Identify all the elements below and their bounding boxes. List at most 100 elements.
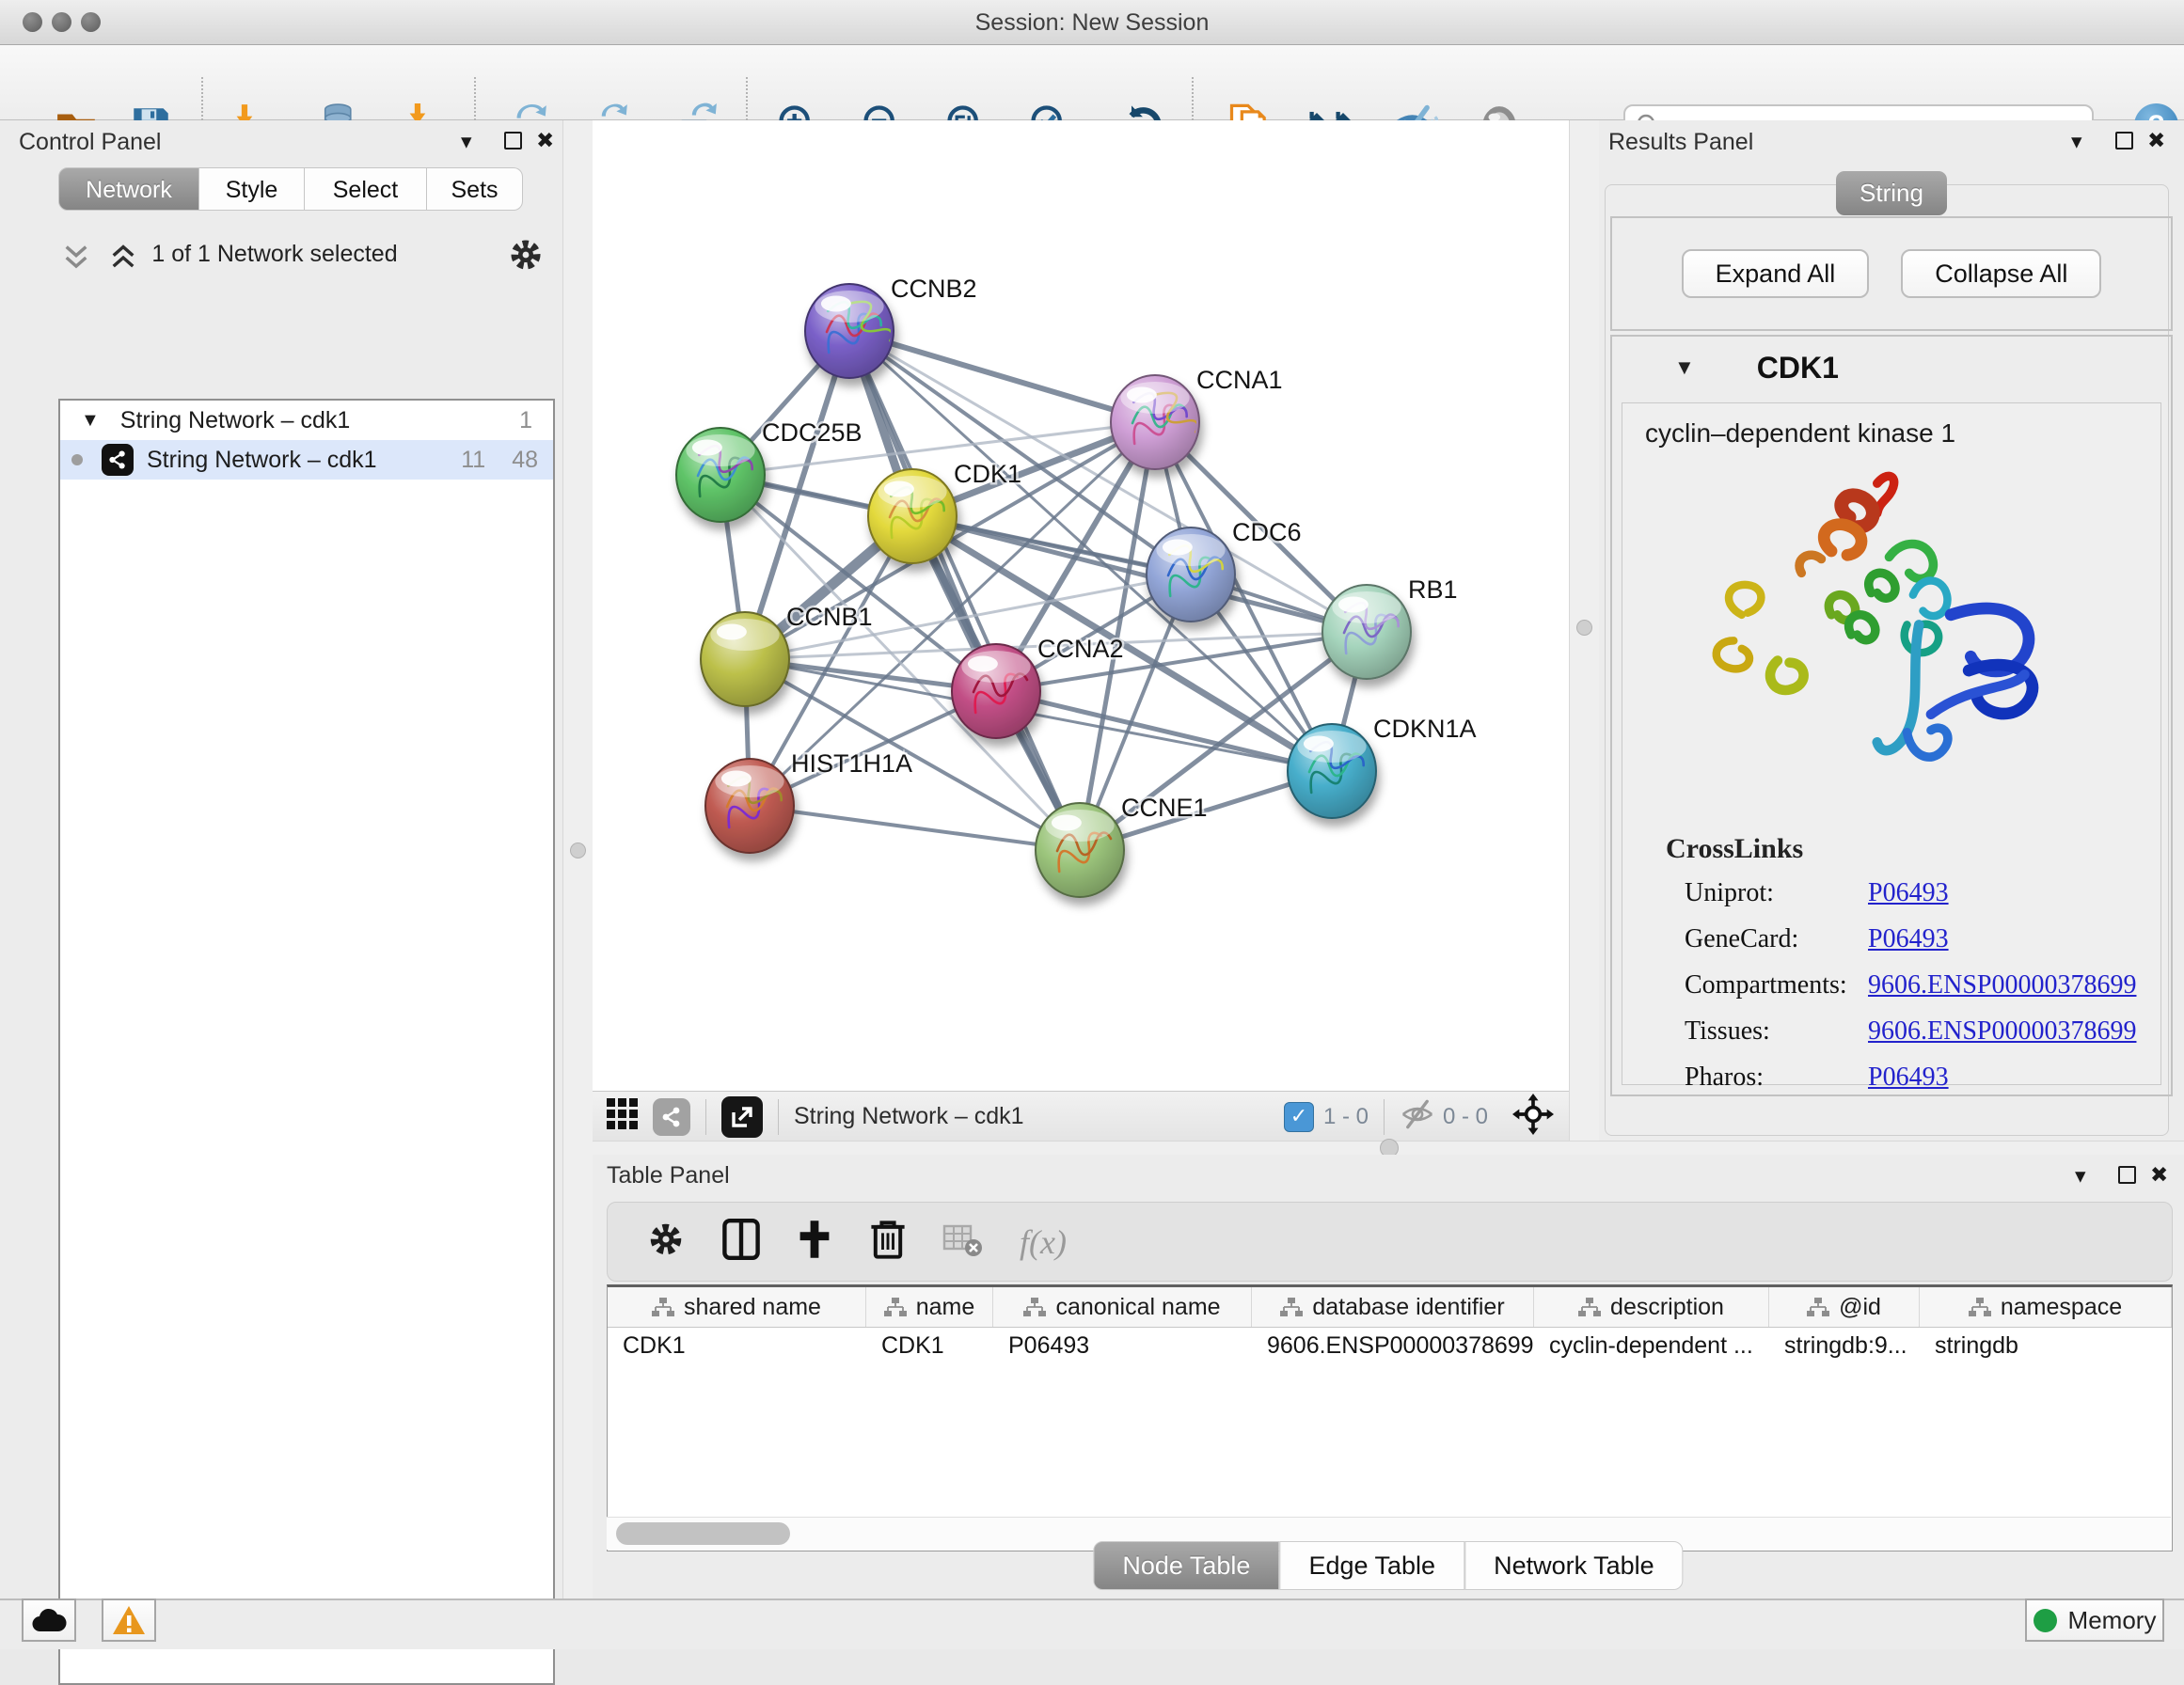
delete-column-icon[interactable] [869, 1219, 907, 1265]
float-panel-icon[interactable]: ▾ [2071, 132, 2082, 153]
right-splitter-handle[interactable] [1576, 620, 1592, 636]
status-bar: Memory [0, 1598, 2184, 1649]
crosslink-value[interactable]: P06493 [1868, 924, 1949, 954]
tab-select[interactable]: Select [305, 167, 427, 211]
table-row[interactable]: CDK1CDK1P064939606.ENSP00000378699cyclin… [608, 1328, 2172, 1365]
tab-sets[interactable]: Sets [427, 167, 523, 211]
table-hscrollbar-thumb[interactable] [616, 1522, 790, 1545]
network-row-selected[interactable]: String Network – cdk1 11 48 [60, 440, 553, 480]
column-header-shared-name[interactable]: shared name [608, 1287, 866, 1327]
function-builder-icon: f(x) [1020, 1222, 1067, 1262]
crosslink-value[interactable]: P06493 [1868, 1063, 1949, 1093]
network-type-icon[interactable] [653, 1098, 690, 1136]
network-edge-ccnb2-ccna1[interactable] [849, 331, 1155, 422]
results-panel-title: Results Panel [1608, 129, 1753, 156]
table-toolbar: f(x) [607, 1202, 2173, 1282]
node-table: shared name name canonical name database id… [607, 1284, 2173, 1551]
maximize-panel-icon[interactable] [2115, 132, 2133, 150]
network-status-dot [71, 454, 83, 465]
network-node-label: CCNB2 [891, 275, 977, 303]
column-header-canonical-name[interactable]: canonical name [993, 1287, 1252, 1327]
network-node-CCNE1[interactable]: CCNE1 [1036, 794, 1208, 897]
tab-node-table[interactable]: Node Table [1093, 1541, 1279, 1590]
maximize-panel-icon[interactable] [2118, 1166, 2136, 1184]
crosslink-label: Tissues: [1685, 1016, 1868, 1047]
birds-eye-view-icon[interactable] [606, 1097, 640, 1136]
control-panel: Control Panel ▾ ✖ NetworkStyleSelectSets… [0, 120, 562, 1598]
pan-crosshair-icon[interactable] [1512, 1094, 1554, 1140]
warning-icon [112, 1605, 146, 1635]
column-header-database-identifier[interactable]: database identifier [1252, 1287, 1534, 1327]
collapse-all-button[interactable]: Collapse All [1901, 249, 2101, 298]
close-panel-icon[interactable]: ✖ [2147, 131, 2165, 152]
network-label: String Network – cdk1 [147, 447, 377, 474]
hidden-eye-icon[interactable] [1400, 1098, 1435, 1135]
close-panel-icon[interactable]: ✖ [2150, 1165, 2168, 1187]
network-node-CCNA1[interactable]: CCNA1 [1111, 366, 1283, 469]
add-column-icon[interactable] [796, 1219, 833, 1265]
memory-label: Memory [2068, 1606, 2157, 1635]
tab-edge-table[interactable]: Edge Table [1279, 1541, 1464, 1590]
select-columns-icon[interactable] [722, 1219, 760, 1265]
network-node-label: CDKN1A [1373, 715, 1477, 743]
crosslink-value[interactable]: 9606.ENSP00000378699 [1868, 970, 2136, 1000]
column-header-@id[interactable]: @id [1769, 1287, 1920, 1327]
expand-all-button[interactable]: Expand All [1682, 249, 1870, 298]
table-cell[interactable]: P06493 [993, 1328, 1252, 1365]
column-header-label: namespace [2001, 1294, 2122, 1321]
column-header-description[interactable]: description [1534, 1287, 1769, 1327]
network-node-label: CDK1 [954, 460, 1021, 488]
tab-string[interactable]: String [1836, 171, 1947, 215]
column-header-namespace[interactable]: namespace [1920, 1287, 2172, 1327]
network-node-CCNA2[interactable]: CCNA2 [952, 635, 1124, 738]
column-header-label: canonical name [1055, 1294, 1220, 1321]
table-cell[interactable]: CDK1 [608, 1328, 866, 1365]
open-in-window-icon[interactable] [721, 1096, 763, 1138]
gear-icon[interactable] [506, 235, 546, 279]
crosslink-value[interactable]: 9606.ENSP00000378699 [1868, 1016, 2136, 1047]
float-panel-icon[interactable]: ▾ [2075, 1166, 2086, 1188]
table-gear-icon[interactable] [645, 1219, 687, 1265]
table-cell[interactable]: 9606.ENSP00000378699 [1252, 1328, 1534, 1365]
left-splitter-handle[interactable] [570, 842, 586, 858]
network-node-CDC6[interactable]: CDC6 [1147, 518, 1302, 622]
left-splitter[interactable] [562, 120, 594, 1598]
tab-network[interactable]: Network [58, 167, 199, 211]
memory-status-icon [2034, 1609, 2057, 1632]
selected-checkbox-icon[interactable]: ✓ [1284, 1102, 1314, 1132]
tab-network-table[interactable]: Network Table [1464, 1541, 1684, 1590]
tab-style[interactable]: Style [199, 167, 305, 211]
network-edge-hist1h1a-ccne1[interactable] [750, 806, 1080, 850]
crosslink-value[interactable]: P06493 [1868, 878, 1949, 908]
float-panel-icon[interactable]: ▾ [461, 132, 472, 153]
results-panel: Results Panel ▾ ✖ String Expand All Coll… [1599, 120, 2184, 1142]
network-collection-row[interactable]: ▼ String Network – cdk1 1 [60, 401, 553, 440]
network-node-CDKN1A[interactable]: CDKN1A [1288, 715, 1477, 818]
collection-expand-caret[interactable]: ▼ [81, 410, 100, 432]
maximize-panel-icon[interactable] [504, 132, 522, 150]
column-header-name[interactable]: name [866, 1287, 993, 1327]
network-node-label: CDC25B [762, 418, 863, 447]
cloud-icon [31, 1607, 67, 1633]
network-node-HIST1H1A[interactable]: HIST1H1A [705, 749, 912, 853]
table-panel: Table Panel ▾ ✖ f(x) shared namenamecano… [593, 1155, 2184, 1598]
cdk1-section-box: ▼ CDK1 cyclin–dependent kinase 1 [1610, 335, 2173, 1096]
collection-label: String Network – cdk1 [120, 407, 351, 434]
memory-button[interactable]: Memory [2025, 1598, 2164, 1642]
section-collapse-caret[interactable]: ▼ [1674, 355, 1695, 380]
network-canvas[interactable]: CCNB2CCNA1CDC25BCDK1CDC6RB1CCNB1CCNA2CDK… [593, 120, 1569, 1091]
table-cell[interactable]: CDK1 [866, 1328, 993, 1365]
warning-button[interactable] [102, 1598, 156, 1642]
network-view-title: String Network – cdk1 [794, 1103, 1024, 1130]
column-header-label: shared name [684, 1294, 821, 1321]
network-node-count: 11 [461, 447, 485, 474]
cloud-button[interactable] [22, 1598, 76, 1642]
table-cell[interactable]: cyclin-dependent ... [1534, 1328, 1769, 1365]
column-header-label: name [916, 1294, 975, 1321]
table-cell[interactable]: stringdb:9... [1769, 1328, 1920, 1365]
cdk1-section-header[interactable]: ▼ CDK1 [1612, 337, 2171, 399]
collection-count: 1 [519, 407, 532, 434]
table-cell[interactable]: stringdb [1920, 1328, 2172, 1365]
network-node-RB1[interactable]: RB1 [1322, 575, 1458, 679]
close-panel-icon[interactable]: ✖ [536, 131, 554, 152]
